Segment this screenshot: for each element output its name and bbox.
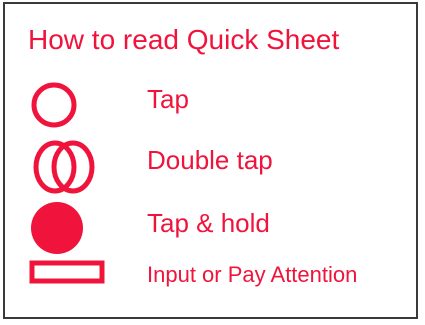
outlined-rectangle-icon: [29, 260, 105, 284]
legend-item-label: Input or Pay Attention: [147, 262, 358, 287]
double-ring-icon: [33, 140, 95, 194]
legend-item-label: Double tap: [147, 145, 273, 175]
legend-title: How to read Quick Sheet: [28, 24, 340, 55]
quick-sheet-legend: How to read Quick Sheet Tap Double tap T…: [3, 2, 418, 319]
legend-item-label: Tap & hold: [147, 208, 270, 238]
filled-circle-icon: [31, 202, 83, 254]
legend-item-label: Tap: [147, 84, 189, 114]
single-ring-icon: [31, 82, 77, 128]
